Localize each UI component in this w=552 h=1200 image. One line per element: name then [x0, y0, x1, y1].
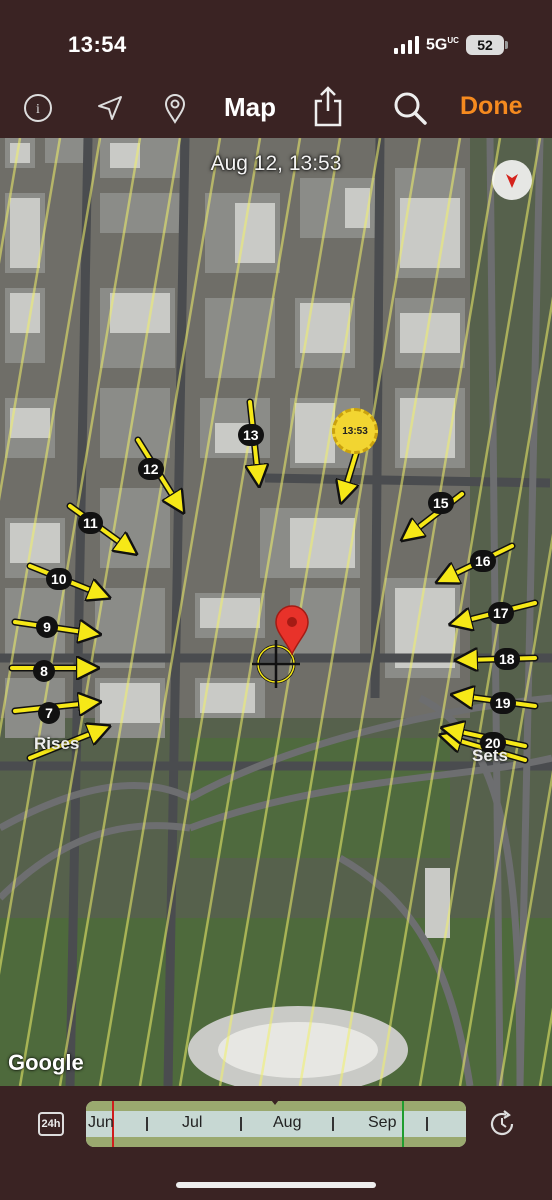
home-indicator — [176, 1182, 376, 1188]
map-imagery — [0, 138, 552, 1086]
month-timeline-slider[interactable]: Jun Jul Aug Sep — [86, 1101, 466, 1147]
marker-12: 12 — [138, 458, 164, 480]
marker-18: 18 — [494, 648, 520, 670]
month-label: Sep — [368, 1114, 397, 1131]
pin-icon[interactable] — [157, 90, 193, 126]
marker-8: 8 — [33, 660, 55, 682]
page-title: Map — [224, 92, 276, 122]
sunrise-label: Rises — [34, 734, 80, 753]
info-icon[interactable]: i — [20, 90, 56, 126]
marker-7: 7 — [38, 702, 60, 724]
svg-text:i: i — [36, 102, 40, 117]
done-button[interactable]: Done — [460, 92, 523, 121]
signal-icon — [394, 36, 419, 54]
marker-11: 11 — [78, 512, 103, 534]
compass-icon[interactable] — [492, 160, 532, 200]
app-screen: 13:54 5GUC 52 i Map Done Aug 12, 13:53 1… — [0, 0, 552, 1200]
timeline-tick — [332, 1117, 334, 1131]
location-arrow-icon[interactable] — [92, 90, 128, 126]
timeline-tick — [146, 1117, 148, 1131]
marker-16: 16 — [470, 550, 496, 572]
marker-13: 13 — [238, 424, 264, 446]
marker-9: 9 — [36, 616, 58, 638]
search-icon[interactable] — [392, 90, 428, 126]
satellite-map[interactable]: Aug 12, 13:53 13:53 7 8 9 10 11 12 13 15… — [0, 138, 552, 1086]
sun-position-badge: 13:53 — [332, 408, 378, 454]
map-attribution: Google — [8, 1050, 84, 1075]
marker-15: 15 — [428, 492, 454, 514]
status-bar: 13:54 5GUC 52 — [0, 0, 552, 80]
battery-level: 52 — [466, 35, 508, 55]
marker-19: 19 — [490, 692, 516, 714]
timeline-bar: 24h Jun Jul Aug Sep — [0, 1086, 552, 1200]
timeline-end-marker — [402, 1101, 404, 1147]
sunset-label: Sets — [472, 746, 508, 765]
timeline-tick — [240, 1117, 242, 1131]
marker-10: 10 — [46, 568, 72, 590]
map-datetime: Aug 12, 13:53 — [210, 152, 342, 175]
month-label: Aug — [273, 1114, 302, 1131]
marker-17: 17 — [488, 602, 514, 624]
month-label: Jul — [182, 1114, 203, 1131]
24h-toggle-button[interactable]: 24h — [38, 1112, 64, 1136]
network-type: 5GUC — [426, 36, 459, 54]
toolbar: i Map Done — [0, 80, 552, 138]
status-time: 13:54 — [68, 32, 127, 57]
share-icon[interactable] — [310, 84, 346, 128]
reset-time-icon[interactable] — [486, 1108, 518, 1140]
month-label: Jun — [88, 1114, 114, 1131]
timeline-current-pointer — [268, 1096, 282, 1105]
timeline-tick — [426, 1117, 428, 1131]
timeline-bottom-band — [86, 1137, 466, 1147]
